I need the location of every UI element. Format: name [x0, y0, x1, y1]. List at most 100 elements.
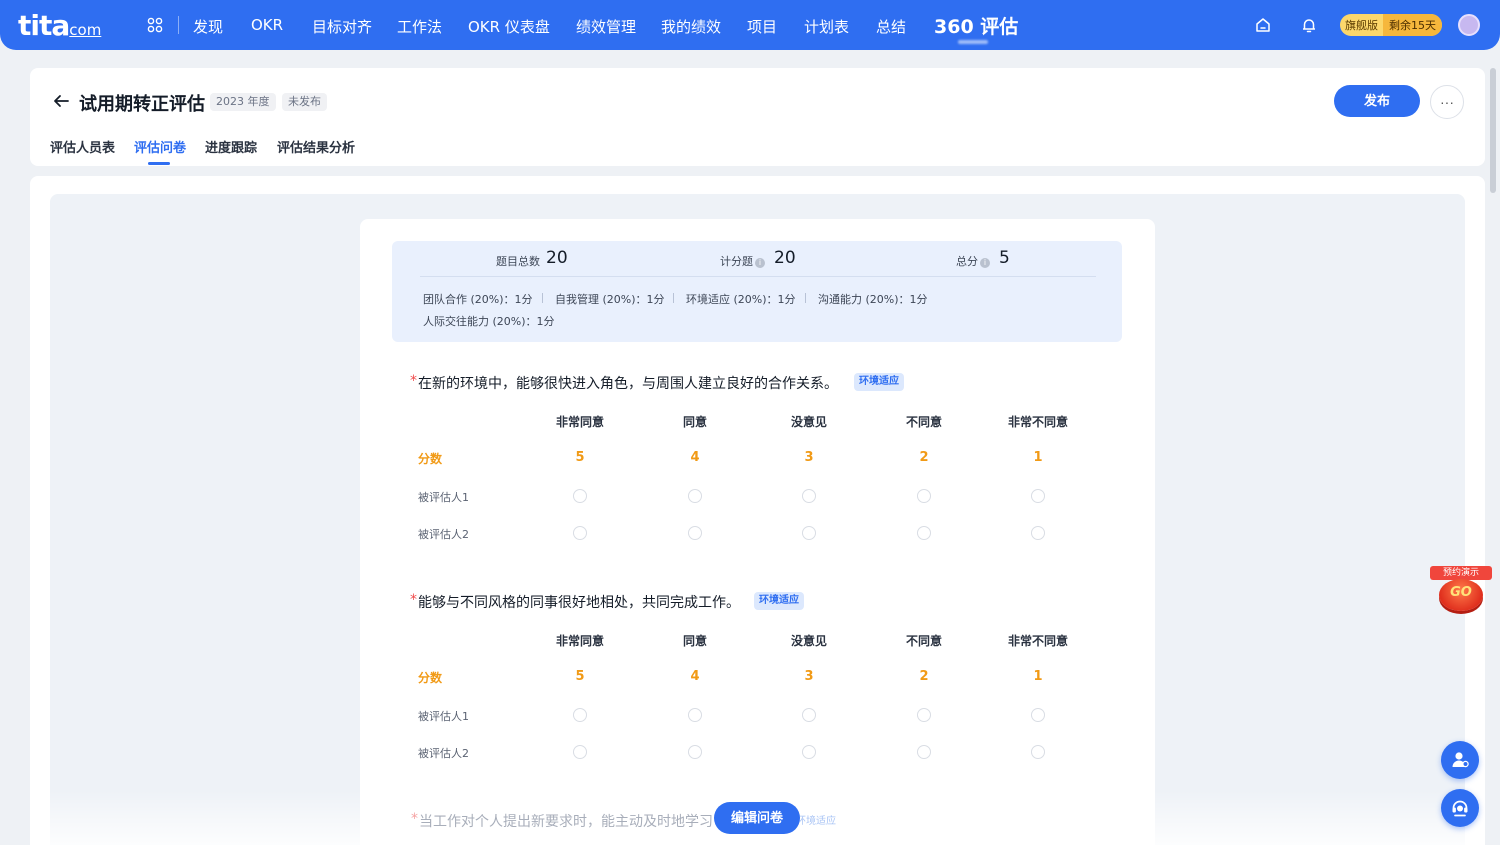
required-marker: *: [411, 811, 418, 827]
tab-result-analysis[interactable]: 评估结果分析: [277, 137, 355, 156]
nav-item-goal-alignment[interactable]: 目标对齐: [312, 16, 372, 37]
tab-questionnaire[interactable]: 评估问卷: [134, 137, 186, 156]
dimension-communication: 沟通能力 (20%)：1分: [818, 293, 928, 306]
evaluatee-row-label: 被评估人1: [418, 710, 469, 723]
rating-radio[interactable]: [917, 526, 931, 540]
nav-item-discover[interactable]: 发现: [193, 16, 223, 37]
bell-icon[interactable]: [1300, 16, 1318, 34]
year-tag: 2023 年度: [210, 93, 276, 111]
back-arrow-icon[interactable]: [52, 92, 70, 110]
score-value: 1: [1033, 669, 1043, 684]
apps-grid-icon[interactable]: [147, 17, 163, 33]
dimension-separator: [805, 293, 806, 303]
rating-radio[interactable]: [573, 489, 587, 503]
column-disagree: 不同意: [905, 634, 942, 648]
info-icon[interactable]: i: [980, 258, 990, 268]
dimension-separator: [673, 293, 674, 303]
book-demo-widget[interactable]: 预约演示 GO: [1430, 566, 1492, 618]
scored-questions-label: 计分题 i: [720, 253, 765, 269]
question-3-title: *当工作对个人提出新要求时，能主动及时地学习: [411, 811, 713, 830]
dimension-interpersonal: 人际交往能力 (20%)：1分: [423, 315, 555, 328]
question-title: *在新的环境中，能够很快进入角色，与周围人建立良好的合作关系。: [410, 373, 838, 392]
tab-evaluatee-list[interactable]: 评估人员表: [50, 137, 115, 156]
rating-radio[interactable]: [573, 526, 587, 540]
column-agree: 同意: [682, 415, 707, 429]
rating-radio[interactable]: [688, 745, 702, 759]
rating-radio[interactable]: [688, 489, 702, 503]
nav-item-performance-mgmt[interactable]: 绩效管理: [576, 16, 636, 37]
rating-radio[interactable]: [802, 745, 816, 759]
rating-radio[interactable]: [802, 708, 816, 722]
column-neutral: 没意见: [790, 415, 827, 429]
publish-button[interactable]: 发布: [1334, 85, 1420, 117]
total-questions-label: 题目总数: [496, 255, 540, 268]
column-strongly-disagree: 非常不同意: [1007, 415, 1068, 429]
rating-radio[interactable]: [1031, 489, 1045, 503]
summary-divider: [420, 276, 1096, 277]
total-score-label: 总分 i: [956, 253, 990, 269]
questionnaire-canvas: 题目总数 20 计分题 i 20 总分 i 5 团队合作 (20%)：1分 自我管理…: [50, 194, 1465, 845]
score-value: 2: [919, 669, 929, 684]
headset-icon: [1452, 800, 1468, 817]
nav-item-okr-dashboard[interactable]: OKR 仪表盘: [468, 16, 550, 37]
contact-consultant-button[interactable]: [1441, 741, 1479, 779]
tab-progress-tracking[interactable]: 进度跟踪: [205, 137, 257, 156]
nav-item-projects[interactable]: 项目: [747, 16, 777, 37]
active-tab-indicator: [148, 162, 170, 165]
nav-active-indicator: [958, 40, 988, 44]
column-strongly-agree: 非常同意: [555, 634, 604, 648]
page-scrollbar[interactable]: [1490, 68, 1496, 193]
rating-radio[interactable]: [917, 708, 931, 722]
rating-radio[interactable]: [802, 526, 816, 540]
nav-item-my-performance[interactable]: 我的绩效: [661, 16, 721, 37]
column-disagree: 不同意: [905, 415, 942, 429]
rating-radio[interactable]: [1031, 745, 1045, 759]
score-value: 3: [804, 669, 814, 684]
tita-logo[interactable]: titacom: [18, 9, 101, 42]
rating-radio[interactable]: [688, 708, 702, 722]
rating-radio[interactable]: [1031, 526, 1045, 540]
rating-radio[interactable]: [802, 489, 816, 503]
questionnaire-paper: 题目总数 20 计分题 i 20 总分 i 5 团队合作 (20%)：1分 自我管理…: [360, 219, 1155, 845]
status-badge: 未发布: [282, 93, 327, 111]
score-value: 4: [690, 669, 700, 684]
customer-service-button[interactable]: [1441, 789, 1479, 827]
dimension-self-management: 自我管理 (20%)：1分: [555, 293, 665, 306]
rating-radio[interactable]: [917, 745, 931, 759]
question-3-tag: 环境适应: [796, 816, 836, 827]
score-value: 3: [804, 450, 814, 465]
rating-radio[interactable]: [573, 708, 587, 722]
column-neutral: 没意见: [790, 634, 827, 648]
total-score-value: 5: [999, 248, 1010, 268]
rating-radio[interactable]: [688, 526, 702, 540]
nav-item-work-method[interactable]: 工作法: [397, 16, 442, 37]
rating-radio[interactable]: [917, 489, 931, 503]
rating-radio[interactable]: [1031, 708, 1045, 722]
edit-questionnaire-button[interactable]: 编辑问卷: [714, 802, 800, 834]
home-icon[interactable]: [1254, 16, 1272, 34]
scored-questions-value: 20: [774, 248, 796, 268]
score-value: 4: [690, 450, 700, 465]
info-icon[interactable]: i: [755, 258, 765, 268]
book-demo-label: 预约演示: [1430, 566, 1492, 580]
page-header: 试用期转正评估 2023 年度 未发布 评估人员表 评估问卷 进度跟踪 评估结果…: [30, 68, 1485, 166]
score-value: 2: [919, 450, 929, 465]
edition-label: 旗舰版: [1345, 19, 1378, 32]
nav-item-schedule[interactable]: 计划表: [804, 16, 849, 37]
question-title: *能够与不同风格的同事很好地相处，共同完成工作。: [410, 592, 740, 611]
more-options-button[interactable]: ···: [1430, 85, 1464, 119]
score-row-label: 分数: [418, 671, 443, 685]
rating-radio[interactable]: [573, 745, 587, 759]
nav-item-okr[interactable]: OKR: [251, 16, 283, 34]
required-marker: *: [410, 373, 417, 389]
required-marker: *: [410, 592, 417, 608]
nav-item-360-review[interactable]: 360 评估: [934, 12, 1018, 39]
nav-item-summary[interactable]: 总结: [876, 16, 906, 37]
go-button-icon: GO: [1439, 579, 1483, 611]
evaluatee-row-label: 被评估人1: [418, 491, 469, 504]
total-questions-value: 20: [546, 248, 568, 268]
evaluatee-row-label: 被评估人2: [418, 528, 469, 541]
top-nav: titacom 发现 OKR 目标对齐 工作法 OKR 仪表盘 绩效管理 我的绩…: [0, 0, 1500, 50]
user-avatar[interactable]: [1458, 14, 1480, 36]
edition-badge[interactable]: 旗舰版 剩余15天: [1340, 14, 1442, 36]
